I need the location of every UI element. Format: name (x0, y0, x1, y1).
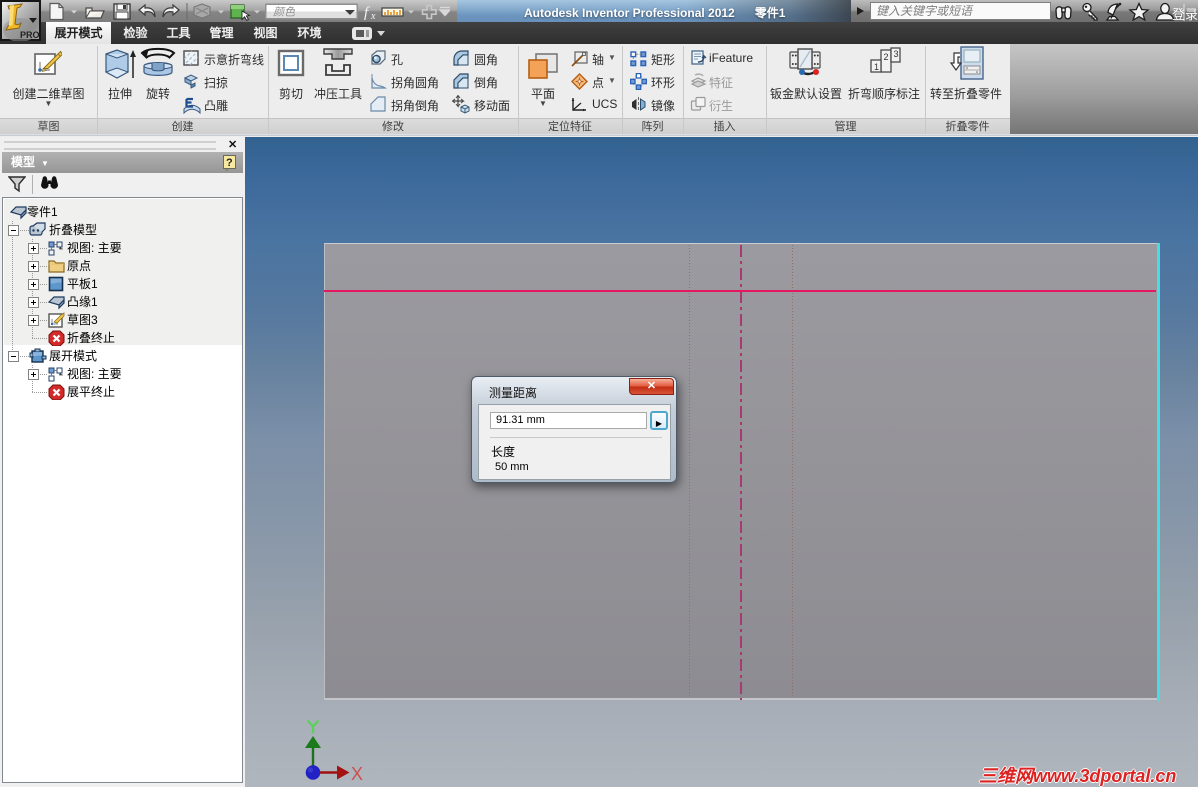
svg-text:?: ? (226, 157, 233, 169)
svg-text:颜色: 颜色 (273, 6, 296, 19)
svg-text:X: X (351, 764, 363, 784)
svg-text:3: 3 (894, 49, 899, 59)
svg-text:f: f (364, 5, 370, 21)
svg-text:1: 1 (874, 62, 879, 72)
svg-text:x: x (370, 11, 376, 21)
svg-text:PRO: PRO (20, 30, 40, 40)
svg-text:2: 2 (884, 52, 889, 62)
